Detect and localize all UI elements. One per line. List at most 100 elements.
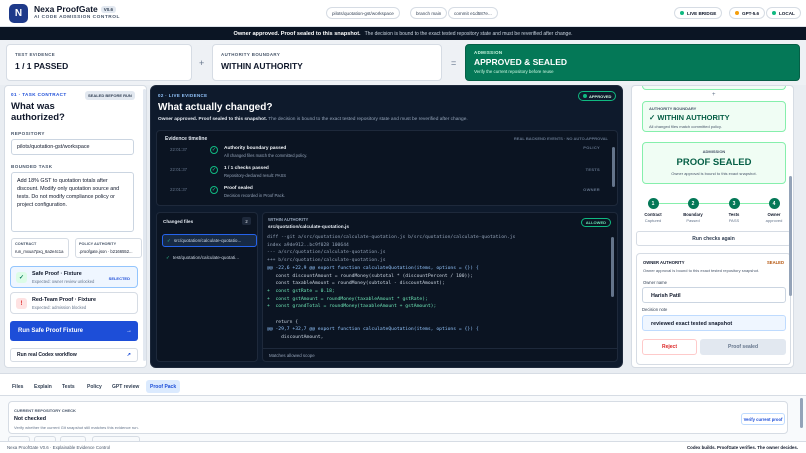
timeline-row: 22:01:37 ✓ 1 / 1 checks passed Repository-d… [170,166,600,178]
fixture-safe-proof[interactable]: ✓ Safe Proof · Fixture Expected: owner r… [10,266,138,288]
repository-label: REPOSITORY [11,131,45,136]
task-title: What was authorized? [11,101,65,123]
local-pill: LOCAL [766,7,801,19]
status-dot [735,11,739,15]
branch-chip: branch main [410,7,448,19]
left-scrollbar[interactable] [143,89,146,361]
changed-files-panel: Changed files 2 ✓ src/quotation/calculate… [156,212,258,362]
live-bridge-pill: LIVE BRIDGE [674,7,723,19]
admission-card: ADMISSION PROOF SEALED Owner approval is… [642,142,786,184]
policy-authority-box: POLICY AUTHORITY .proofgate.json · b2166… [75,238,142,258]
stepper-line [654,203,774,204]
workspace-chip: pilots/quotation-gst/workspace [326,7,400,19]
changed-count-badge: 2 [242,217,251,225]
card-stub [642,86,786,90]
diff-line: @@ -29,7 +32,7 @@ export function calcul… [267,327,479,333]
tab-files[interactable]: Files [8,380,27,393]
external-link-icon: ↗ [126,352,131,358]
live-evidence-panel: 02 · LIVE EVIDENCE APPROVED What actuall… [150,85,623,368]
status-dot [680,11,684,15]
run-checks-again-button[interactable]: Run checks again [636,231,791,246]
tab-tests[interactable]: Tests [58,380,79,393]
run-safe-proof-button[interactable]: Run Safe Proof Fixture → [10,321,138,341]
decision-note-input[interactable]: reviewed exact tested snapshot [642,315,786,331]
check-icon: ✓ [166,254,170,260]
run-codex-workflow-button[interactable]: Run real Codex workflow ↗ [10,348,138,362]
plus-operator: + [199,58,205,68]
contract-box: CONTRACT run_mxua7pxq_6a2e4c1a [11,238,69,258]
tab-proof-pack[interactable]: Proof Pack [146,380,181,393]
sealed-badge: SEALED [767,260,784,265]
sealed-before-run-badge: SEALED BEFORE RUN [85,91,135,100]
tab-scrollbar[interactable] [800,398,803,428]
task-contract-panel: 01 · TASK CONTRACT SEALED BEFORE RUN Wha… [4,85,147,368]
footer-left: Nexa ProofGate V0.6 · Explainable Eviden… [7,445,110,450]
timeline-row: 22:01:37 ✓ Authority boundary passed All ch… [170,146,308,158]
model-pill: GPT-5.6 [729,7,766,19]
owner-panel: + AUTHORITY BOUNDARY ✓ WITHIN AUTHORITY … [631,85,794,368]
diff-line: index a9de912..bc9f028 100644 [267,242,349,248]
repository-check-card: CURRENT REPOSITORY CHECK Not checked Ver… [8,401,788,434]
evidence-timeline: Evidence timeline REAL BACKEND EVENTS · … [156,130,618,206]
diff-line: + const gstAmount = roundMoney(taxableAm… [267,296,428,302]
step-owner: 4 Owner approved [759,198,789,223]
bounded-task-label: BOUNDED TASK [11,164,53,169]
step-boundary: 2 Boundary Passed [678,198,708,223]
tab-gpt-review[interactable]: GPT review [108,380,143,393]
diff-code: diff --git a/src/quotation/calculate-quo… [267,234,607,342]
diff-footer: Matches allowed scope [263,348,617,362]
right-scrollbar[interactable] [789,176,792,296]
tab-policy[interactable]: Policy [83,380,106,393]
status-banner: Owner approved. Proof sealed to this sna… [0,27,806,40]
summary-row: TEST EVIDENCE 1 / 1 PASSED + AUTHORITY B… [0,40,806,85]
diff-line: @@ -22,6 +22,9 @@ export function calcul… [267,265,479,271]
check-icon: ✓ [167,237,171,243]
verify-current-proof-button[interactable]: Verify current proof [741,413,785,425]
app-title: Nexa ProofGate V0.6 [34,4,117,14]
allowed-badge: ALLOWED [580,218,611,227]
bounded-task-field[interactable]: Add 18% GST to quotation totals after di… [11,172,134,232]
diff-line [267,311,607,319]
changed-file-item[interactable]: ✓ test/quotation/calculate-quotati... [162,251,257,264]
diff-line: +++ b/src/quotation/calculate-quotation.… [267,258,386,264]
timeline-row: 22:01:37 ✓ Proof sealed Decision recorded i… [170,186,600,198]
app-subtitle: AI CODE ADMISSION CONTROL [34,15,120,20]
app-header: N Nexa ProofGate V0.6 AI CODE ADMISSION C… [0,0,806,27]
plus-operator: + [712,92,716,98]
proof-sealed-button[interactable]: Proof sealed [700,339,786,355]
authority-card: AUTHORITY BOUNDARY WITHIN AUTHORITY [212,44,442,81]
approved-badge: APPROVED [578,91,617,101]
section-label: 01 · TASK CONTRACT [11,92,67,97]
evidence-title: What actually changed? [158,102,273,113]
authority-boundary-card: AUTHORITY BOUNDARY ✓ WITHIN AUTHORITY Al… [642,101,786,132]
bottom-tab-bar: Files Explain Tests Policy GPT review Pr… [0,373,806,396]
diff-scrollbar[interactable] [611,237,614,297]
diff-line: diff --git a/src/quotation/calculate-quo… [267,235,516,240]
diff-line: const discountAmount = roundMoney(subtot… [267,273,474,279]
banner-title: Owner approved. Proof sealed to this sna… [233,30,361,37]
alert-icon: ! [16,298,27,309]
evidence-banner: Owner approved. Proof sealed to this sna… [158,117,468,122]
diff-line: return { [267,319,299,325]
diff-line: const taxableAmount = roundMoney(subtota… [267,281,445,287]
section-label: 02 · LIVE EVIDENCE [158,93,208,98]
diff-line: + const grandTotal = roundMoney(taxableA… [267,304,437,310]
commit-chip: commit e1d587e... [448,7,498,19]
owner-name-input[interactable]: Harish Patil [642,287,786,303]
equals-operator: = [451,58,457,68]
status-dot [772,11,776,15]
test-evidence-card: TEST EVIDENCE 1 / 1 PASSED [6,44,192,81]
version-badge: V0.6 [100,6,117,14]
fixture-red-team-proof[interactable]: ! Red-Team Proof · Fixture Expected: adm… [10,292,138,314]
admission-card: ADMISSION APPROVED & SEALED Verify the c… [465,44,800,81]
reject-button[interactable]: Reject [642,339,697,355]
changed-file-item[interactable]: ✓ src/quotation/calculate-quotatio... [162,234,257,247]
diff-line: --- a/src/quotation/calculate-quotation.… [267,250,386,256]
banner-detail: The decision is bound to the exact teste… [364,30,573,37]
timeline-scrollbar[interactable] [612,147,615,187]
footer: Nexa ProofGate V0.6 · Explainable Eviden… [0,441,806,453]
app-logo: N [9,4,28,23]
tab-explain[interactable]: Explain [30,380,56,393]
step-tests: 3 Tests PASS [719,198,749,223]
repository-field[interactable]: pilots/quotation-gst/workspace [11,139,134,155]
